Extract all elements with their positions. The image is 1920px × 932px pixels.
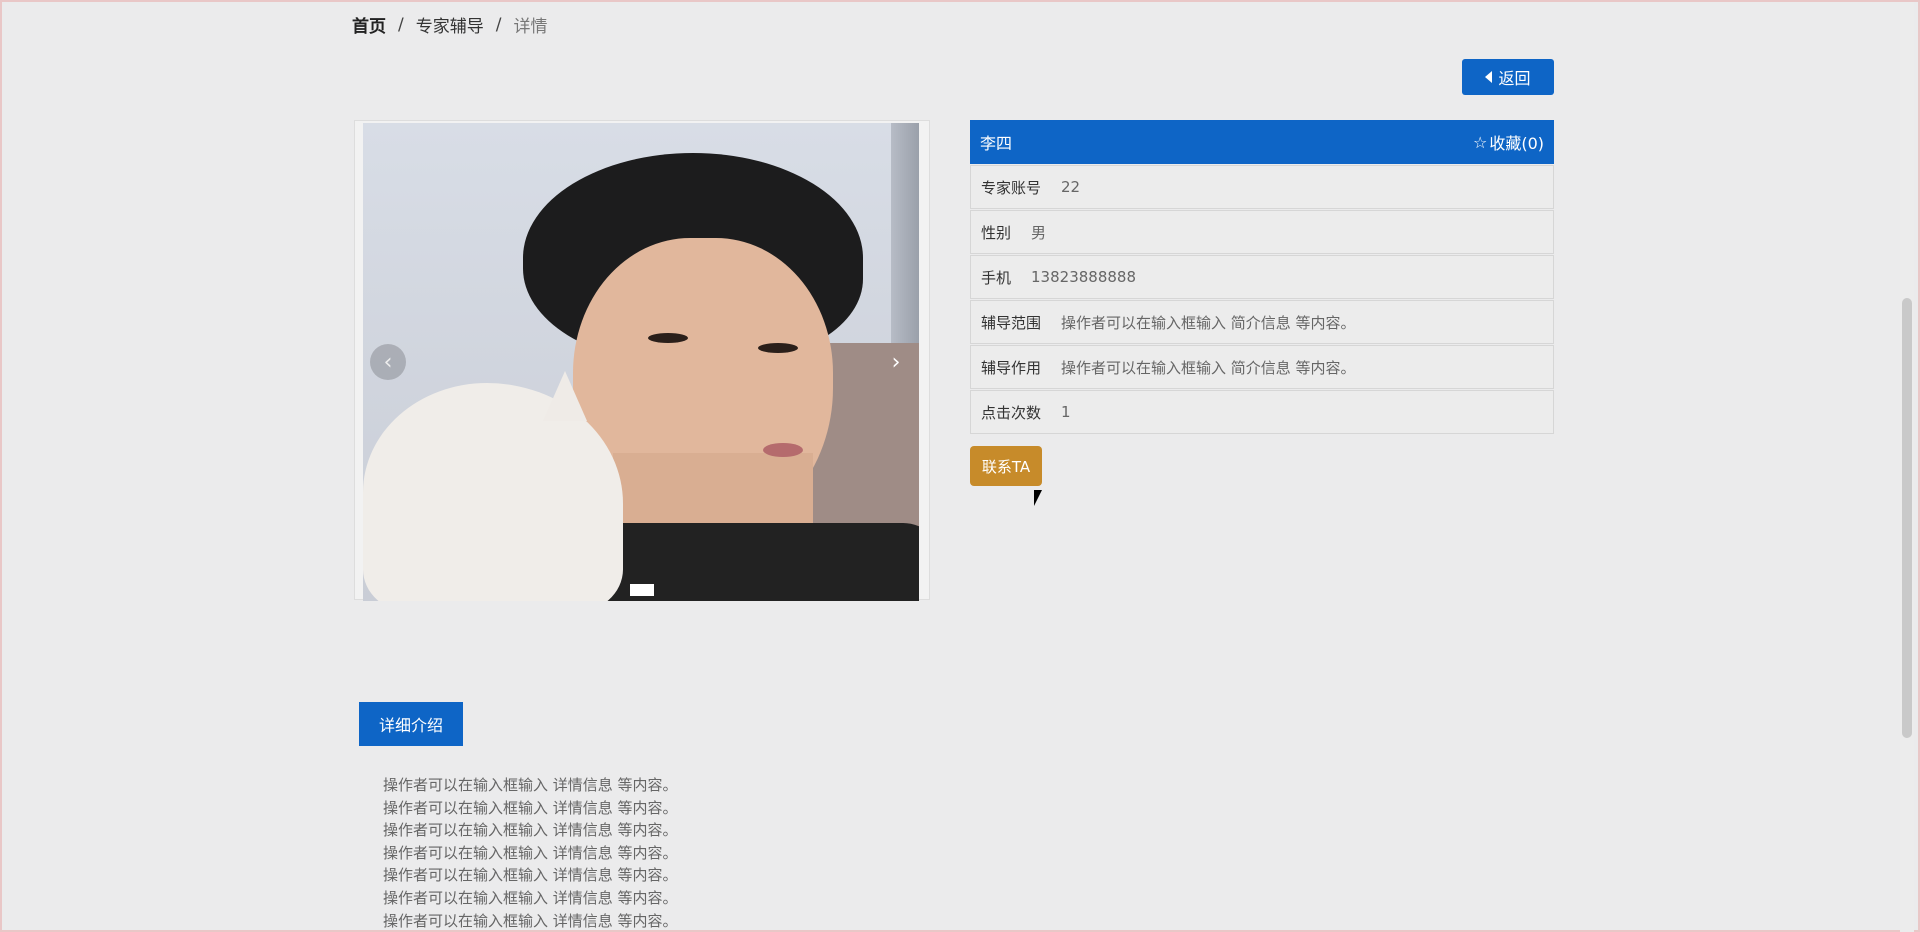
info-value: 操作者可以在输入框输入 简介信息 等内容。 bbox=[1061, 358, 1356, 377]
favorite-label: 收藏(0) bbox=[1489, 134, 1544, 153]
detail-line: 操作者可以在输入框输入 详情信息 等内容。 bbox=[383, 821, 678, 840]
info-value: 22 bbox=[1061, 178, 1081, 196]
info-label: 性别 bbox=[981, 223, 1012, 242]
mouse-cursor-icon bbox=[1034, 490, 1042, 506]
breadcrumb-separator: / bbox=[398, 14, 404, 35]
back-button[interactable]: 返回 bbox=[1462, 59, 1554, 95]
breadcrumb: 首页 / 专家辅导 / 详情 bbox=[352, 12, 548, 38]
info-label: 手机 bbox=[981, 268, 1012, 287]
detail-tab[interactable]: 详细介绍 bbox=[359, 702, 463, 746]
expert-header: 李四 ☆ 收藏(0) bbox=[970, 120, 1554, 164]
breadcrumb-current: 详情 bbox=[513, 17, 548, 37]
back-button-label: 返回 bbox=[1498, 69, 1531, 88]
expert-name: 李四 bbox=[980, 134, 1013, 153]
info-label: 辅导作用 bbox=[981, 358, 1042, 377]
info-label: 点击次数 bbox=[981, 403, 1042, 422]
breadcrumb-separator: / bbox=[495, 14, 502, 35]
page: 首页 / 专家辅导 / 详情 返回 ‹ › 李四 ☆ 收藏(0) 专家账号 22… bbox=[0, 0, 1920, 932]
expert-photo bbox=[363, 123, 919, 601]
info-row-clicks: 点击次数 1 bbox=[970, 390, 1554, 434]
info-value: 操作者可以在输入框输入 简介信息 等内容。 bbox=[1061, 313, 1356, 332]
carousel-indicator[interactable] bbox=[630, 584, 654, 596]
scrollbar-thumb[interactable] bbox=[1902, 298, 1912, 738]
carousel-prev-icon[interactable]: ‹ bbox=[370, 344, 406, 380]
star-icon: ☆ bbox=[1472, 132, 1488, 152]
contact-button[interactable]: 联系TA bbox=[970, 446, 1042, 486]
detail-line: 操作者可以在输入框输入 详情信息 等内容。 bbox=[383, 776, 678, 794]
breadcrumb-section[interactable]: 专家辅导 bbox=[416, 12, 484, 37]
caret-left-icon bbox=[1485, 71, 1493, 83]
info-label: 专家账号 bbox=[981, 178, 1042, 197]
info-label: 辅导范围 bbox=[981, 313, 1042, 332]
detail-line: 操作者可以在输入框输入 详情信息 等内容。 bbox=[383, 866, 678, 885]
detail-line: 操作者可以在输入框输入 详情信息 等内容。 bbox=[383, 888, 678, 907]
info-value: 13823888888 bbox=[1031, 268, 1136, 286]
breadcrumb-home[interactable]: 首页 bbox=[352, 12, 386, 37]
image-carousel bbox=[354, 120, 930, 601]
info-row-scope: 辅导范围 操作者可以在输入框输入 简介信息 等内容。 bbox=[970, 300, 1554, 344]
info-row-effect: 辅导作用 操作者可以在输入框输入 简介信息 等内容。 bbox=[970, 345, 1554, 389]
detail-line: 操作者可以在输入框输入 详情信息 等内容。 bbox=[383, 843, 678, 862]
expert-info-panel: 李四 ☆ 收藏(0) 专家账号 22 性别 男 手机 13823888888 辅… bbox=[970, 120, 1554, 486]
carousel-next-icon[interactable]: › bbox=[878, 344, 914, 380]
info-row-account: 专家账号 22 bbox=[970, 165, 1554, 209]
info-row-phone: 手机 13823888888 bbox=[970, 255, 1554, 299]
info-value: 1 bbox=[1061, 403, 1071, 421]
info-row-gender: 性别 男 bbox=[970, 210, 1554, 254]
info-value: 男 bbox=[1031, 223, 1047, 242]
detail-content: 操作者可以在输入框输入 详情信息 等内容。 操作者可以在输入框输入 详情信息 等… bbox=[383, 774, 678, 932]
favorite-button[interactable]: ☆ 收藏(0) bbox=[1473, 130, 1544, 154]
detail-line: 操作者可以在输入框输入 详情信息 等内容。 bbox=[383, 798, 678, 817]
detail-line: 操作者可以在输入框输入 详情信息 等内容。 bbox=[383, 911, 678, 930]
